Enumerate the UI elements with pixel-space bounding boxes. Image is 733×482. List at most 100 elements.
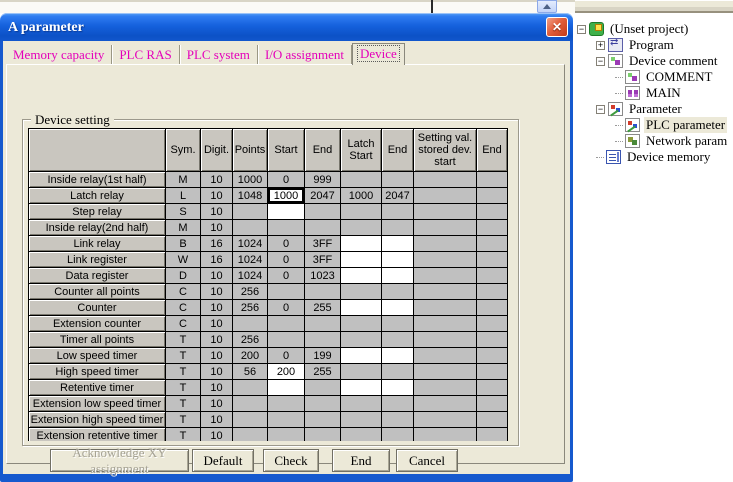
cell-points: 1048 <box>233 188 267 203</box>
tree-item-program[interactable]: +Program <box>575 37 733 53</box>
cell-latch_end <box>382 172 413 187</box>
row-label: Retentive timer <box>29 380 165 395</box>
cell-end: 3FF <box>305 252 340 267</box>
cell-points: 1024 <box>233 252 267 267</box>
end-button[interactable]: End <box>332 449 390 472</box>
parameter-dialog: A parameter ✕ Memory capacity PLC RAS PL… <box>0 13 573 482</box>
cell-setting_end <box>477 252 507 267</box>
cell-sym: C <box>166 316 200 331</box>
cell-start: 0 <box>268 268 304 283</box>
cell-latch_end[interactable] <box>382 380 413 395</box>
collapse-minus-icon[interactable]: − <box>596 105 605 114</box>
tab-device[interactable]: Device <box>352 43 405 65</box>
tab-plc-system[interactable]: PLC system <box>180 45 258 65</box>
program-icon <box>608 38 623 52</box>
tree-item-parameter[interactable]: − Parameter <box>575 101 733 117</box>
tree-connector-line <box>615 141 623 142</box>
cell-setting_start <box>414 204 476 219</box>
cell-latch_start <box>341 316 381 331</box>
tree-item-label: Parameter <box>627 101 684 117</box>
cell-end: 199 <box>305 348 340 363</box>
tree-item-label: Device memory <box>625 149 712 165</box>
main-icon <box>625 86 640 100</box>
cell-points: 1000 <box>233 172 267 187</box>
project-root-icon <box>589 22 604 36</box>
cell-start[interactable] <box>268 204 304 219</box>
cell-setting_end <box>477 188 507 203</box>
tree-panel-top-edge <box>575 0 733 13</box>
cell-latch_end[interactable] <box>382 252 413 267</box>
row-label: Extension low speed timer <box>29 396 165 411</box>
cell-end: 255 <box>305 364 340 379</box>
cell-latch_end[interactable] <box>382 268 413 283</box>
cell-latch_start <box>341 332 381 347</box>
tree-item-main[interactable]: MAIN <box>575 85 733 101</box>
cell-setting_end <box>477 172 507 187</box>
dialog-client-area: Memory capacity PLC RAS PLC system I/O a… <box>3 41 570 474</box>
cell-setting_start <box>414 364 476 379</box>
cell-setting_end <box>477 236 507 251</box>
cell-setting_end <box>477 412 507 427</box>
scroll-up-button[interactable] <box>537 0 557 13</box>
tree-item-unset-project[interactable]: −(Unset project) <box>575 21 733 37</box>
column-header-latch_end: End <box>382 129 413 171</box>
default-button[interactable]: Default <box>192 449 254 472</box>
cell-digit: 16 <box>201 236 232 251</box>
cell-latch_end <box>382 284 413 299</box>
cell-latch_start[interactable] <box>341 348 381 363</box>
tree-item-network-param[interactable]: Network param <box>575 133 733 149</box>
cell-latch_start[interactable] <box>341 300 381 315</box>
row-label: Link relay <box>29 236 165 251</box>
cell-setting_end <box>477 348 507 363</box>
tree-item-plc-parameter[interactable]: PLC parameter <box>575 117 733 133</box>
chevron-up-icon <box>543 4 551 9</box>
cell-setting_end <box>477 204 507 219</box>
cell-latch_end[interactable] <box>382 236 413 251</box>
cell-latch_start[interactable] <box>341 268 381 283</box>
tree-item-comment[interactable]: COMMENT <box>575 69 733 85</box>
expand-plus-icon[interactable]: + <box>596 41 605 50</box>
cell-setting_start <box>414 316 476 331</box>
tree-item-device-memory[interactable]: Device memory <box>575 149 733 165</box>
row-label: Link register <box>29 252 165 267</box>
close-button[interactable]: ✕ <box>546 17 568 37</box>
cell-latch_start[interactable] <box>341 380 381 395</box>
row-label: Timer all points <box>29 332 165 347</box>
cell-start[interactable]: 1000 <box>268 188 304 203</box>
cell-start: 0 <box>268 348 304 363</box>
cell-setting_start <box>414 236 476 251</box>
cell-latch_start <box>341 172 381 187</box>
cell-start[interactable] <box>268 380 304 395</box>
collapse-minus-icon[interactable]: − <box>577 25 586 34</box>
cell-points: 200 <box>233 348 267 363</box>
cell-latch_end[interactable] <box>382 300 413 315</box>
row-label: Inside relay(2nd half) <box>29 220 165 235</box>
cell-latch_end <box>382 412 413 427</box>
cell-latch_end[interactable] <box>382 348 413 363</box>
tab-io-assignment[interactable]: I/O assignment <box>258 45 352 65</box>
collapse-minus-icon[interactable]: − <box>596 57 605 66</box>
row-label: Extension high speed timer <box>29 412 165 427</box>
cell-points <box>233 316 267 331</box>
cell-latch_end <box>382 332 413 347</box>
acknowledge-xy-assignment-button: Acknowledge XY assignment <box>50 449 189 472</box>
cell-latch_start[interactable] <box>341 236 381 251</box>
cell-setting_start <box>414 188 476 203</box>
cancel-button[interactable]: Cancel <box>396 449 458 472</box>
cell-start <box>268 316 304 331</box>
tab-memory-capacity[interactable]: Memory capacity <box>6 45 112 65</box>
cell-start[interactable]: 200 <box>268 364 304 379</box>
check-button[interactable]: Check <box>263 449 319 472</box>
tab-strip: Memory capacity PLC RAS PLC system I/O a… <box>6 46 405 65</box>
cell-setting_end <box>477 428 507 441</box>
tree-item-device-comment[interactable]: −Device comment <box>575 53 733 69</box>
cell-latch_start <box>341 396 381 411</box>
cell-sym: T <box>166 396 200 411</box>
column-header-label <box>29 129 165 171</box>
cell-setting_end <box>477 268 507 283</box>
cell-latch_start[interactable] <box>341 252 381 267</box>
device-memory-icon <box>606 150 621 164</box>
tab-plc-ras[interactable]: PLC RAS <box>112 45 179 65</box>
cell-digit: 10 <box>201 380 232 395</box>
column-header-latch_start: Latch Start <box>341 129 381 171</box>
